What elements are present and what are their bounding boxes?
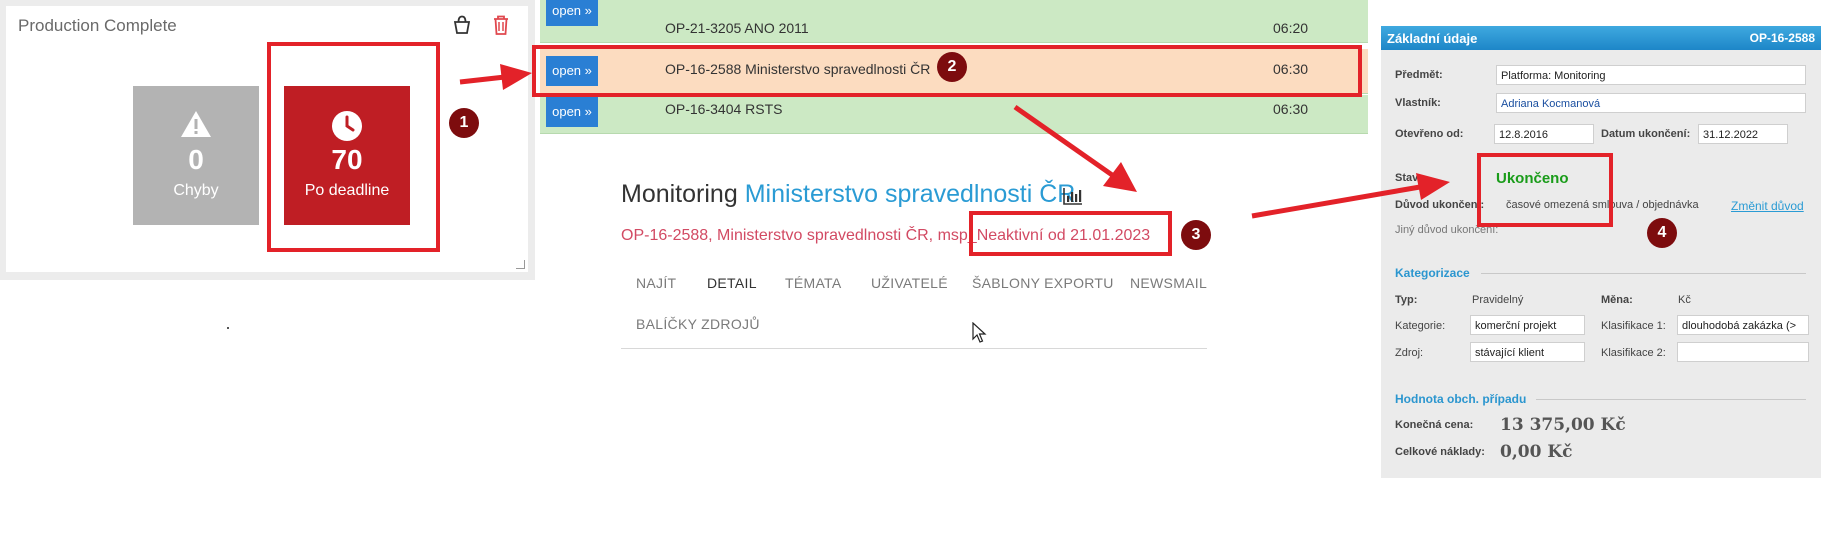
annotation-arrows xyxy=(459,64,1450,219)
arrow-3-to-4 xyxy=(1251,173,1450,219)
arrow-1-to-2 xyxy=(459,64,532,90)
arrow-2-to-3 xyxy=(1013,104,1137,192)
